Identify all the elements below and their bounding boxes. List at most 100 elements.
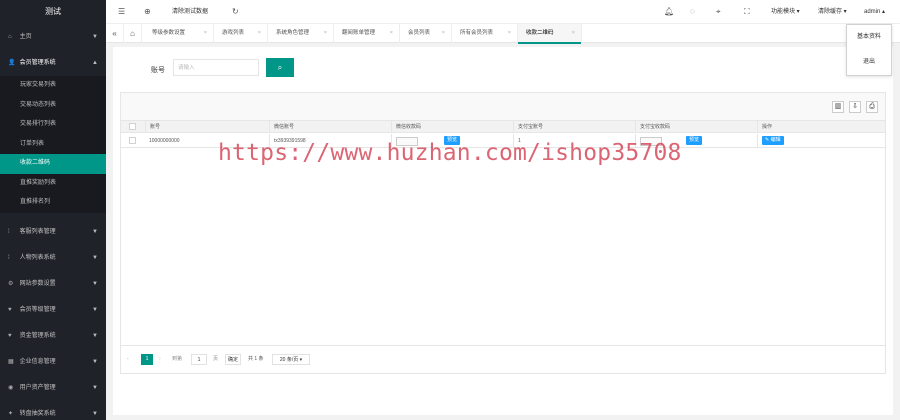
pagination: ‹ 1 › 到第 1 页 确定 共 1 条 20 条/页 ▾	[121, 345, 885, 374]
sidebar-subitem[interactable]: 订单列表	[0, 135, 106, 155]
column-header: 账号	[145, 121, 269, 133]
refresh-icon[interactable]: ↻	[232, 0, 239, 24]
sidebar-subitem[interactable]: 直推排名列	[0, 193, 106, 213]
dot-icon: ⁞	[8, 228, 10, 235]
goto-confirm-button[interactable]: 确定	[225, 354, 241, 365]
theme-icon[interactable]: ◌	[690, 0, 695, 24]
page-unit-label: 页	[213, 356, 219, 362]
per-page-value: 20 条/页	[279, 357, 299, 363]
close-icon[interactable]: ×	[508, 24, 511, 43]
function-module-label: 功能模块	[771, 9, 796, 15]
username: admin	[864, 9, 881, 15]
tag-icon[interactable]: ⌖	[716, 0, 721, 24]
fullscreen-icon[interactable]: ⛶	[744, 0, 750, 24]
user-menu[interactable]: admin ▴	[864, 0, 885, 24]
menu-toggle-icon[interactable]: ☰	[118, 0, 125, 24]
close-icon[interactable]: ×	[324, 24, 327, 43]
sidebar-item[interactable]: ▦ 企业信息管理 ▼	[0, 349, 106, 375]
sidebar-item[interactable]: ♥ 资金管理系统 ▼	[0, 323, 106, 349]
sidebar-item-label: 客服列表管理	[19, 228, 56, 235]
chevron-down-icon: ▼	[92, 228, 98, 235]
sidebar-item-label: 网站参数设置	[19, 280, 56, 287]
column-header: 支付宝账号	[513, 121, 635, 133]
chevron-down-icon: ▼	[92, 332, 98, 339]
sidebar-subitem-active[interactable]: 收款二维码	[0, 154, 106, 174]
tab[interactable]: 所有会员列表 ×	[452, 24, 518, 43]
sidebar-item-label: 会员管理系统	[19, 60, 56, 66]
globe-icon[interactable]: ⊕	[144, 0, 151, 24]
chevron-down-icon: ▼	[92, 358, 98, 365]
tab[interactable]: 游戏列表 ×	[214, 24, 268, 43]
clear-cache-menu[interactable]: 清除缓存 ▾	[818, 0, 847, 24]
sidebar-subitem[interactable]: 交易排行列表	[0, 115, 106, 135]
chevron-down-icon: ▼	[92, 34, 98, 40]
heart-icon: ♥	[8, 306, 12, 313]
alipay-preview-button[interactable]: 预览	[686, 136, 703, 145]
profile-menu-item[interactable]: 基本资料	[847, 25, 891, 50]
cell-actions: ✎ 编辑	[757, 134, 885, 148]
data-table: ▥ ⇩ ⎙ 账号 微信账号 微信收款码 支付宝账号 支付宝收款码 操作 1000…	[120, 92, 886, 374]
app-logo[interactable]: 测试	[0, 0, 106, 24]
close-icon[interactable]: ×	[258, 24, 261, 43]
sidebar-subitem[interactable]: 交易动态列表	[0, 96, 106, 116]
tabs-prev-icon[interactable]: «	[106, 24, 124, 43]
close-icon[interactable]: ×	[442, 24, 445, 43]
sidebar-subitem[interactable]: 玩家交易列表	[0, 76, 106, 96]
clear-test-data-button[interactable]: 清除测试数据	[172, 0, 208, 24]
edit-button[interactable]: ✎ 编辑	[762, 136, 784, 145]
per-page-select[interactable]: 20 条/页 ▾	[272, 354, 310, 365]
sidebar-subnav: 玩家交易列表 交易动态列表 交易排行列表 订单列表 收款二维码 直推奖励列表 直…	[0, 76, 106, 213]
sidebar-item[interactable]: ⁞ 人物列表系统 ▼	[0, 245, 106, 271]
sidebar-item-label: 人物列表系统	[19, 254, 56, 261]
sidebar-item-label: 企业信息管理	[19, 358, 56, 365]
logout-menu-item[interactable]: 退出	[847, 50, 891, 75]
chevron-down-icon: ▼	[92, 384, 98, 391]
print-icon[interactable]: ⎙	[866, 101, 878, 113]
sidebar-item-member-system[interactable]: 👤 会员管理系统 ▲	[0, 50, 106, 76]
sidebar: 测试 ⌂ 主页 ▼ 👤 会员管理系统 ▲ 玩家交易列表 交易动态列表 交易排行列…	[0, 0, 106, 420]
main-panel: 账号 ⌕ ▥ ⇩ ⎙ 账号 微信账号 微信收款码 支付宝账号 支付宝收款码 操作…	[113, 47, 893, 415]
function-module-menu[interactable]: 功能模块 ▾	[771, 0, 800, 24]
columns-filter-icon[interactable]: ▥	[832, 101, 844, 113]
sidebar-item[interactable]: ⚙ 网站参数设置 ▼	[0, 271, 106, 297]
sidebar-item-label: 用户资产管理	[19, 384, 56, 391]
total-count: 共 1 条	[248, 356, 264, 362]
watermark-text: https://www.huzhan.com/ishop35708	[218, 140, 682, 166]
row-checkbox[interactable]	[129, 137, 136, 144]
goto-page-input[interactable]: 1	[191, 354, 207, 365]
account-label: 账号	[151, 67, 165, 74]
top-header: ☰ ⊕ 清除测试数据 ↻ 🔔︎ ◌ ⌖ ⛶ 功能模块 ▾ 清除缓存 ▾ admi…	[106, 0, 900, 24]
sidebar-subitem[interactable]: 直推奖励列表	[0, 174, 106, 194]
goto-label: 到第	[172, 356, 183, 362]
column-header: 微信收款码	[391, 121, 513, 133]
tab-active[interactable]: 收款二维码 ×	[518, 24, 582, 44]
tab-label: 等级参数设置	[152, 30, 186, 36]
current-page[interactable]: 1	[141, 354, 153, 365]
sidebar-item[interactable]: ◉ 用户资产管理 ▼	[0, 375, 106, 401]
sidebar-item[interactable]: ⁞ 客服列表管理 ▼	[0, 219, 106, 245]
next-page-icon[interactable]: ›	[159, 354, 161, 365]
close-icon[interactable]: ×	[390, 24, 393, 43]
chevron-down-icon: ▾	[299, 357, 303, 363]
bell-icon[interactable]: 🔔︎	[664, 0, 674, 24]
tab[interactable]: 系统角色管理 ×	[268, 24, 334, 43]
chevron-down-icon: ▼	[92, 280, 98, 287]
tab[interactable]: 会员列表 ×	[400, 24, 452, 43]
sidebar-item-home[interactable]: ⌂ 主页 ▼	[0, 24, 106, 50]
account-search-input[interactable]	[173, 59, 259, 76]
export-icon[interactable]: ⇩	[849, 101, 861, 113]
close-icon[interactable]: ×	[572, 24, 575, 43]
table-header: 账号 微信账号 微信收款码 支付宝账号 支付宝收款码 操作	[121, 121, 885, 133]
tab[interactable]: 翻阅账单管理 ×	[334, 24, 400, 43]
close-icon[interactable]: ×	[204, 24, 207, 43]
table-toolbar: ▥ ⇩ ⎙	[121, 93, 885, 121]
sidebar-item-label: 资金管理系统	[19, 332, 56, 339]
select-all-checkbox[interactable]	[129, 123, 136, 130]
search-button[interactable]: ⌕	[266, 58, 294, 77]
heart-icon: ♥	[8, 332, 12, 339]
home-tab-icon[interactable]: ⌂	[124, 24, 142, 43]
prev-page-icon[interactable]: ‹	[127, 354, 129, 365]
sidebar-item[interactable]: ✦ 转盘抽奖系统 ▼	[0, 401, 106, 420]
tab[interactable]: 等级参数设置 ×	[144, 24, 214, 43]
sidebar-item[interactable]: ♥ 会员等级管理 ▼	[0, 297, 106, 323]
